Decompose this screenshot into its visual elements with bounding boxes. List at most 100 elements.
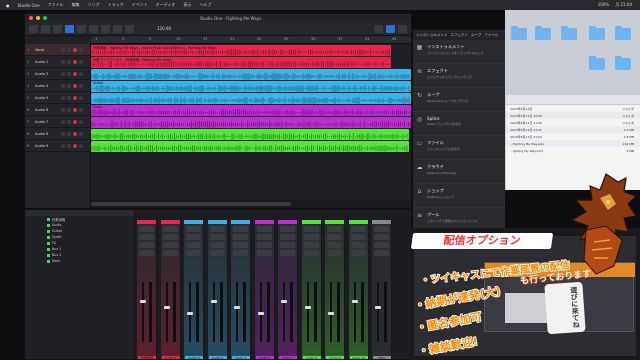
tool-button[interactable] xyxy=(374,24,383,33)
menu-item[interactable]: トラック xyxy=(108,2,124,8)
track-lane[interactable] xyxy=(91,116,411,128)
solo-button[interactable] xyxy=(67,47,71,52)
file-row[interactable]: 2023年8月12日 21:03 1.8 MB xyxy=(506,133,640,140)
insert-slot[interactable] xyxy=(327,226,342,232)
track-name[interactable]: Audio 8 xyxy=(35,132,59,136)
mixer-channel[interactable]: Audio 6 xyxy=(254,220,275,359)
volume-fader[interactable] xyxy=(283,282,285,342)
visibility-checkbox[interactable] xyxy=(47,223,50,227)
tab-effects[interactable]: エフェクト xyxy=(450,33,468,38)
tool-button[interactable] xyxy=(29,24,38,33)
fader-handle[interactable] xyxy=(257,312,264,315)
timeline-ruler[interactable]: 1 5 9 13 17 21 25 29 33 37 41 45 xyxy=(91,36,411,44)
pan-control[interactable] xyxy=(350,250,366,256)
track-lane[interactable] xyxy=(91,128,411,140)
track-header[interactable]: 2 Audio 2 xyxy=(25,56,90,68)
browser-item[interactable]: ⌂ ショップ PreSonus ショップ xyxy=(413,184,505,208)
zoom-icon[interactable] xyxy=(43,16,47,20)
solo-button[interactable] xyxy=(67,143,71,148)
browser-item[interactable]: ☁ クラウド PreSonus Exchange xyxy=(413,160,505,184)
pan-control[interactable] xyxy=(303,250,319,256)
channel-label[interactable]: Audio 8 xyxy=(302,356,321,359)
send-slot[interactable] xyxy=(162,242,178,248)
track-name[interactable]: Audio 9 xyxy=(35,144,59,148)
channel-label[interactable]: Audio 2 xyxy=(161,356,180,359)
track-lane[interactable] xyxy=(91,140,411,152)
fader-handle[interactable] xyxy=(210,300,217,303)
channel-label[interactable]: Audio 3 xyxy=(185,356,203,359)
folder-icon[interactable] xyxy=(589,56,605,70)
record-arm-button[interactable] xyxy=(73,131,77,136)
record-arm-button[interactable] xyxy=(73,83,77,88)
record-arm-button[interactable] xyxy=(73,107,77,112)
file-row[interactable]: 2023年8月12日 20:55 フォルダ xyxy=(506,112,640,119)
insert-slot[interactable] xyxy=(374,234,389,240)
insert-slot[interactable] xyxy=(186,226,201,232)
minimize-icon[interactable] xyxy=(36,16,40,20)
monitor-button[interactable] xyxy=(79,143,83,148)
mixer-channel[interactable]: Audio 10 xyxy=(348,220,369,359)
folder-icon[interactable] xyxy=(615,26,631,40)
channel-label[interactable]: Audio 9 xyxy=(326,356,344,359)
browser-item[interactable]: ≋ エフェクト エフェクトをトラックにドラッグ xyxy=(413,64,505,88)
visibility-checkbox[interactable] xyxy=(47,241,50,245)
audio-clip[interactable]: Guitar xyxy=(91,81,411,92)
track-header[interactable]: 3 Audio 3 xyxy=(25,68,90,80)
pan-control[interactable] xyxy=(139,250,154,256)
audio-clip[interactable] xyxy=(91,141,409,152)
send-slot[interactable] xyxy=(186,242,201,248)
clock[interactable]: 月 21:04 xyxy=(615,2,632,8)
browser-toggle-button[interactable] xyxy=(386,24,395,33)
track-header[interactable]: 8 Audio 8 xyxy=(25,128,90,140)
insert-slot[interactable] xyxy=(209,234,225,240)
send-slot[interactable] xyxy=(350,242,366,248)
mixer-channel[interactable]: Audio 3 xyxy=(184,220,204,359)
fader-handle[interactable] xyxy=(375,306,381,309)
insert-slot[interactable] xyxy=(327,234,342,240)
track-name[interactable]: Vocal xyxy=(35,48,59,52)
solo-button[interactable] xyxy=(67,71,71,76)
send-slot[interactable] xyxy=(256,242,272,248)
fader-handle[interactable] xyxy=(140,300,146,303)
tab-files[interactable]: ファイル xyxy=(484,33,498,38)
volume-fader[interactable] xyxy=(353,282,356,342)
menu-item[interactable]: ヘルプ xyxy=(199,2,211,8)
pan-control[interactable] xyxy=(280,250,295,256)
mute-tool-icon[interactable] xyxy=(125,24,134,33)
mute-button[interactable] xyxy=(61,131,65,136)
track-header[interactable]: 5 Audio 5 xyxy=(25,92,90,104)
solo-button[interactable] xyxy=(67,95,71,100)
mute-button[interactable] xyxy=(61,119,65,124)
solo-button[interactable] xyxy=(67,119,71,124)
monitor-button[interactable] xyxy=(79,119,83,124)
track-name[interactable]: Audio 7 xyxy=(35,120,59,124)
channel-label[interactable]: Main xyxy=(373,356,391,359)
menu-item[interactable]: ソング xyxy=(88,2,100,8)
mixer-list-item[interactable]: Main xyxy=(25,258,134,264)
solo-button[interactable] xyxy=(67,107,71,112)
mixer-channel[interactable]: Audio 7 xyxy=(278,220,298,359)
arrow-tool-icon[interactable] xyxy=(65,24,74,33)
fader-handle[interactable] xyxy=(234,306,240,309)
track-lane[interactable]: Guitar xyxy=(91,80,411,92)
folder-icon[interactable] xyxy=(615,56,631,70)
volume-fader[interactable] xyxy=(212,282,215,342)
audio-clip[interactable]: 作業ブイアウトスト - 作業用唄 - Fighting Me Ways xyxy=(91,57,391,68)
mute-button[interactable] xyxy=(61,47,65,52)
eraser-tool-icon[interactable] xyxy=(101,24,110,33)
visibility-checkbox[interactable] xyxy=(47,247,50,251)
audio-clip[interactable] xyxy=(91,69,411,80)
volume-fader[interactable] xyxy=(236,282,238,342)
pan-control[interactable] xyxy=(327,250,342,256)
track-name[interactable]: Audio 5 xyxy=(35,96,59,100)
track-header[interactable]: 1 Vocal xyxy=(25,44,90,56)
insert-slot[interactable] xyxy=(162,226,178,232)
tab-loops[interactable]: ループ xyxy=(471,33,481,38)
insert-slot[interactable] xyxy=(233,234,248,240)
close-icon[interactable] xyxy=(29,16,33,20)
audio-clip[interactable]: Synth xyxy=(91,105,411,116)
monitor-button[interactable] xyxy=(79,47,83,52)
visibility-checkbox[interactable] xyxy=(47,235,50,239)
tool-button[interactable] xyxy=(41,24,50,33)
mute-button[interactable] xyxy=(61,95,65,100)
